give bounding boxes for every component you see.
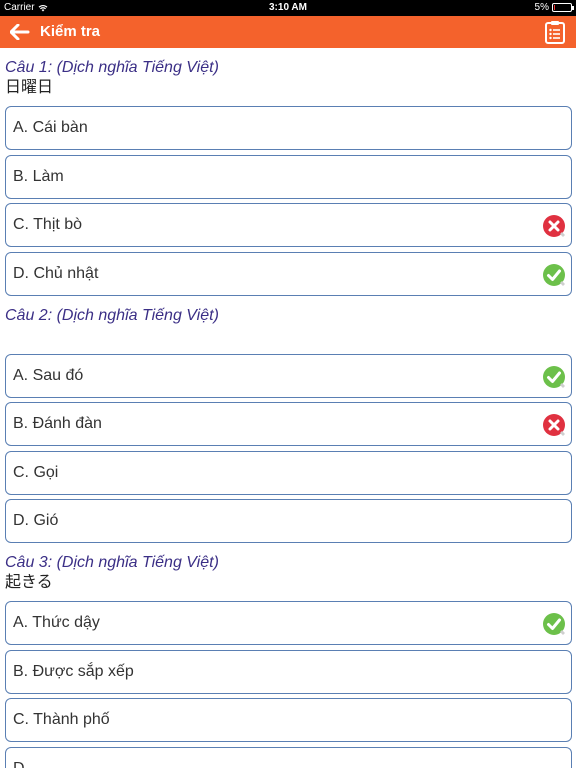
answer-label: D. Gió (13, 512, 59, 529)
answer-option[interactable]: D. Gió (5, 499, 572, 543)
answer-option[interactable]: A. Sau đó (5, 353, 572, 398)
answer-option[interactable]: B. Làm (5, 154, 572, 199)
answer-label: B. Làm (13, 167, 64, 185)
answer-option[interactable]: D. Chủ nhật (5, 251, 572, 296)
answer-option[interactable]: B. Được sắp xếp (5, 649, 572, 694)
battery-percent: 5% (534, 2, 549, 13)
question-block: Câu 1: (Dịch nghĩa Tiếng Việt) 日曜日 A. Cái … (0, 58, 576, 296)
back-arrow-icon (9, 23, 30, 41)
answer-label: A. Thức dậy (13, 614, 100, 631)
quiz-content[interactable]: Câu 1: (Dịch nghĩa Tiếng Việt) 日曜日 A. Cái … (0, 48, 576, 768)
answer-label: B. Đánh đàn (13, 415, 102, 432)
battery-fill (554, 5, 555, 10)
battery-icon (552, 3, 574, 12)
answer-label: C. Thịt bò (13, 216, 83, 233)
back-button[interactable] (9, 23, 30, 41)
status-bar: Carrier 3:10 AM 5% (0, 0, 576, 16)
answer-option[interactable]: A. Cái bàn (5, 106, 572, 150)
answer-list: A. Sau đó B. Đánh đàn C. Gọi D. Gió (0, 346, 576, 543)
answer-list: A. Cái bàn B. Làm C. Thịt bò D. Chủ nhật (0, 98, 576, 296)
question-title: Câu 1: (Dịch nghĩa Tiếng Việt) (5, 59, 219, 76)
correct-check-icon (542, 612, 566, 636)
answer-label: B. Được sắp xếp (13, 662, 134, 680)
correct-check-icon (542, 365, 566, 389)
question-block: Câu 3: (Dịch nghĩa Tiếng Việt) 起きる A. Thức… (0, 553, 576, 768)
answer-label: D. (13, 759, 29, 768)
answer-label: A. Sau đó (13, 366, 84, 384)
answer-label: D. Chủ nhật (13, 264, 99, 282)
answer-option[interactable]: C. Thịt bò (5, 203, 572, 247)
battery-group: 5% (534, 2, 574, 13)
answer-option[interactable]: A. Thức dậy (5, 601, 572, 645)
question-title: Câu 3: (Dịch nghĩa Tiếng Việt) (5, 554, 219, 571)
question-block: Câu 2: (Dịch nghĩa Tiếng Việt) A. Sau đó B… (0, 306, 576, 543)
status-time: 3:10 AM (269, 2, 307, 13)
correct-check-icon (542, 263, 566, 287)
answer-label: A. Cái bàn (13, 119, 88, 136)
page-title: Kiểm tra (40, 23, 101, 40)
answer-option[interactable]: B. Đánh đàn (5, 402, 572, 446)
clipboard-button[interactable] (544, 20, 566, 44)
wrong-x-icon (542, 413, 566, 437)
app-bar: Kiểm tra (0, 16, 576, 48)
answer-label: C. Gọi (13, 463, 59, 481)
answer-option[interactable]: D. (5, 746, 572, 768)
question-word: 起きる (5, 574, 53, 591)
question-word (0, 326, 576, 346)
answer-option[interactable]: C. Gọi (5, 450, 572, 495)
question-title: Câu 2: (Dịch nghĩa Tiếng Việt) (5, 306, 219, 324)
clipboard-list-icon (545, 21, 565, 44)
question-word: 日曜日 (5, 79, 54, 96)
wrong-x-icon (542, 214, 566, 238)
answer-label: C. Thành phố (13, 711, 110, 728)
answer-list: A. Thức dậy B. Được sắp xếp C. Thành phố D. (0, 593, 576, 768)
answer-option[interactable]: C. Thành phố (5, 698, 572, 742)
